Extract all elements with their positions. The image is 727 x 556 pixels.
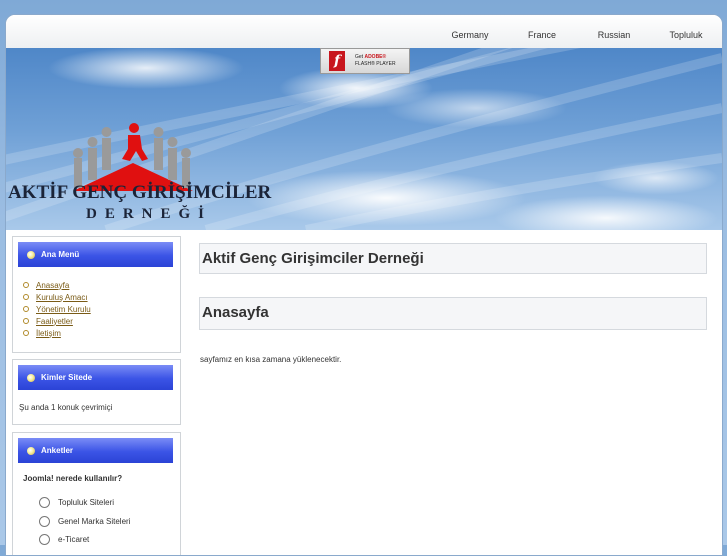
top-bar: Germany France Russian Topluluk [6, 15, 722, 49]
poll-radio[interactable] [39, 516, 50, 527]
page-title: Anasayfa [202, 304, 269, 321]
poll-option-topluluk[interactable]: Topluluk Siteleri [39, 497, 114, 508]
menu-item-kurulus-amaci: Kuruluş Amacı [23, 291, 91, 303]
poll-option-label: Topluluk Siteleri [58, 498, 115, 507]
top-nav: Germany France Russian Topluluk [434, 15, 722, 48]
who-online-text: Şu anda 1 konuk çevrimiçi [19, 403, 113, 412]
bullet-icon [23, 306, 29, 312]
bullet-orb-icon [27, 373, 35, 382]
logo-subtitle: DERNEĞİ [86, 206, 213, 222]
bullet-icon [23, 294, 29, 300]
who-online-module: Kimler Sitede Şu anda 1 konuk çevrimiçi [12, 359, 181, 425]
menu-item-yonetim-kurulu: Yönetim Kurulu [23, 303, 91, 315]
bullet-orb-icon [27, 250, 35, 259]
content-area: Ana Menü Anasayfa Kuruluş Amacı Yönetim … [6, 230, 722, 555]
logo-title: AKTİF GENÇ GİRİŞİMCİLER [8, 182, 272, 203]
topnav-item-russian[interactable]: Russian [578, 15, 650, 48]
page-container: Germany France Russian Topluluk f Get AD… [5, 14, 723, 556]
bullet-icon [23, 282, 29, 288]
polls-title: Anketler [41, 446, 74, 455]
page-title-box: Anasayfa [199, 297, 707, 330]
menu-item-faaliyetler: Faaliyetler [23, 315, 91, 327]
menu-link-yonetim-kurulu[interactable]: Yönetim Kurulu [36, 305, 91, 314]
poll-radio[interactable] [39, 497, 50, 508]
main-menu-list: Anasayfa Kuruluş Amacı Yönetim Kurulu Fa… [23, 279, 91, 339]
get-flash-player-button[interactable]: f Get ADOBE® FLASH® PLAYER [320, 48, 410, 74]
bullet-icon [23, 330, 29, 336]
menu-link-anasayfa[interactable]: Anasayfa [36, 281, 69, 290]
poll-question: Joomla! nerede kullanılır? [23, 474, 123, 483]
bullet-orb-icon [27, 446, 35, 455]
main-message: sayfamız en kısa zamana yüklenecektir. [200, 355, 342, 364]
polls-module: Anketler Joomla! nerede kullanılır? Topl… [12, 432, 181, 555]
menu-link-kurulus-amaci[interactable]: Kuruluş Amacı [36, 293, 88, 302]
flash-logo-icon: f [329, 51, 345, 71]
poll-radio[interactable] [39, 534, 50, 545]
poll-option-label: Genel Marka Siteleri [58, 517, 131, 526]
who-online-title: Kimler Sitede [41, 373, 93, 382]
main-menu-header: Ana Menü [18, 242, 173, 267]
menu-link-faaliyetler[interactable]: Faaliyetler [36, 317, 73, 326]
topnav-item-germany[interactable]: Germany [434, 15, 506, 48]
poll-option-e-ticaret[interactable]: e-Ticaret [39, 534, 89, 545]
flash-button-text: Get ADOBE® FLASH® PLAYER [355, 54, 396, 68]
topnav-item-topluluk[interactable]: Topluluk [650, 15, 722, 48]
poll-option-genel-marka[interactable]: Genel Marka Siteleri [39, 516, 130, 527]
site-title-box: Aktif Genç Girişimciler Derneği [199, 243, 707, 274]
main-menu-title: Ana Menü [41, 250, 80, 259]
bullet-icon [23, 318, 29, 324]
menu-item-anasayfa: Anasayfa [23, 279, 91, 291]
site-title: Aktif Genç Girişimciler Derneği [202, 250, 424, 267]
who-online-header: Kimler Sitede [18, 365, 173, 390]
main-menu-module: Ana Menü Anasayfa Kuruluş Amacı Yönetim … [12, 236, 181, 353]
menu-item-iletisim: İletişim [23, 327, 91, 339]
flash-adobe-label: ADOBE® [364, 54, 387, 60]
poll-option-label: e-Ticaret [58, 535, 90, 544]
flash-product-label: FLASH® PLAYER [355, 61, 396, 67]
polls-header: Anketler [18, 438, 173, 463]
header-banner: f Get ADOBE® FLASH® PLAYER AKTİF GENÇ Gİ… [6, 48, 722, 230]
flash-get-label: Get [355, 54, 364, 60]
menu-link-iletisim[interactable]: İletişim [36, 329, 61, 338]
topnav-item-france[interactable]: France [506, 15, 578, 48]
